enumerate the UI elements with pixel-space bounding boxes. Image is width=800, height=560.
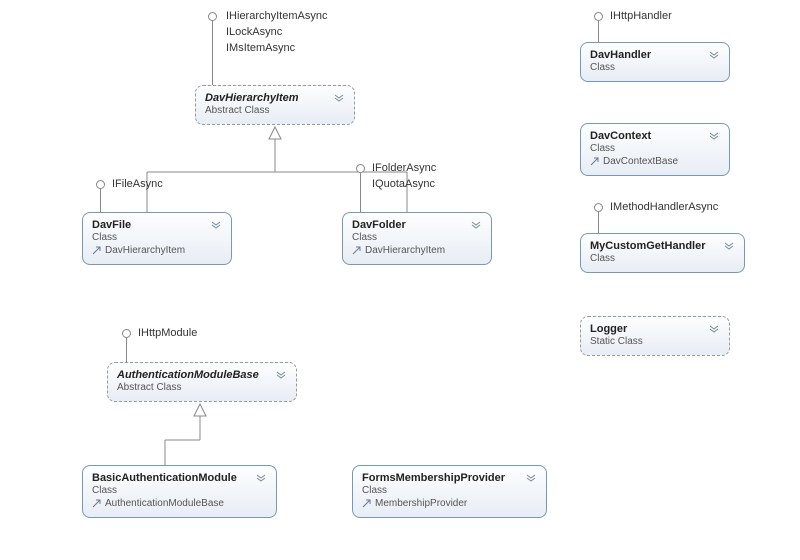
class-name: AuthenticationModuleBase: [117, 369, 259, 381]
interface-label: IMethodHandlerAsync: [610, 201, 718, 213]
interface-label: IHierarchyItemAsync: [226, 10, 327, 22]
class-auth-module-base[interactable]: AuthenticationModuleBase Abstract Class: [107, 362, 297, 402]
inherit-arrow-icon: [92, 499, 101, 508]
class-base: AuthenticationModuleBase: [92, 498, 267, 509]
inherit-arrow-icon: [362, 499, 371, 508]
class-name: DavFolder: [352, 219, 406, 231]
diagram-canvas: IHierarchyItemAsync ILockAsync IMsItemAs…: [0, 0, 800, 560]
class-name: MyCustomGetHandler: [590, 240, 706, 252]
class-base: DavHierarchyItem: [92, 245, 222, 256]
class-basic-auth-module[interactable]: BasicAuthenticationModule Class Authenti…: [82, 465, 277, 518]
class-base: MembershipProvider: [362, 498, 537, 509]
lollipop-ball: [122, 329, 131, 338]
lollipop-ball: [356, 164, 365, 173]
lollipop-stem: [126, 338, 127, 362]
chevron-down-icon[interactable]: [255, 472, 267, 484]
class-logger[interactable]: Logger Static Class: [580, 316, 730, 356]
chevron-down-icon[interactable]: [708, 323, 720, 335]
class-my-custom-get-handler[interactable]: MyCustomGetHandler Class: [580, 233, 745, 273]
class-stereotype: Class: [92, 485, 267, 496]
class-base: DavContextBase: [590, 156, 720, 167]
class-stereotype: Class: [352, 232, 482, 243]
interface-label: IQuotaAsync: [372, 178, 435, 190]
interface-label: IHttpHandler: [610, 10, 672, 22]
interface-label: IFolderAsync: [372, 162, 436, 174]
class-name: DavHierarchyItem: [205, 92, 299, 104]
lollipop-ball: [594, 12, 603, 21]
lollipop-ball: [594, 203, 603, 212]
inherit-arrow-icon: [352, 246, 361, 255]
class-stereotype: Class: [92, 232, 222, 243]
class-stereotype: Class: [590, 253, 735, 264]
class-stereotype: Abstract Class: [205, 105, 345, 116]
class-name: DavFile: [92, 219, 131, 231]
chevron-down-icon[interactable]: [525, 472, 537, 484]
class-stereotype: Abstract Class: [117, 382, 287, 393]
lollipop-stem: [212, 21, 213, 85]
class-stereotype: Class: [590, 143, 720, 154]
interface-label: IFileAsync: [112, 178, 163, 190]
lollipop-stem: [598, 212, 599, 233]
class-forms-membership[interactable]: FormsMembershipProvider Class Membership…: [352, 465, 547, 518]
class-base: DavHierarchyItem: [352, 245, 482, 256]
inherit-arrow-icon: [92, 246, 101, 255]
class-dav-handler[interactable]: DavHandler Class: [580, 42, 730, 82]
class-dav-file[interactable]: DavFile Class DavHierarchyItem: [82, 212, 232, 265]
chevron-down-icon[interactable]: [470, 219, 482, 231]
class-name: BasicAuthenticationModule: [92, 472, 237, 484]
lollipop-stem: [100, 189, 101, 212]
class-name: FormsMembershipProvider: [362, 472, 505, 484]
chevron-down-icon[interactable]: [275, 369, 287, 381]
chevron-down-icon[interactable]: [210, 219, 222, 231]
chevron-down-icon[interactable]: [708, 130, 720, 142]
lollipop-ball: [208, 12, 217, 21]
class-dav-folder[interactable]: DavFolder Class DavHierarchyItem: [342, 212, 492, 265]
chevron-down-icon[interactable]: [333, 92, 345, 104]
class-name: DavContext: [590, 130, 651, 142]
class-dav-context[interactable]: DavContext Class DavContextBase: [580, 123, 730, 176]
class-stereotype: Class: [590, 62, 720, 73]
class-dav-hierarchy-item[interactable]: DavHierarchyItem Abstract Class: [195, 85, 355, 125]
class-stereotype: Static Class: [590, 336, 720, 347]
class-stereotype: Class: [362, 485, 537, 496]
class-name: DavHandler: [590, 49, 651, 61]
chevron-down-icon[interactable]: [708, 49, 720, 61]
lollipop-ball: [96, 180, 105, 189]
lollipop-stem: [360, 173, 361, 212]
class-name: Logger: [590, 323, 627, 335]
chevron-down-icon[interactable]: [723, 240, 735, 252]
interface-label: IMsItemAsync: [226, 42, 295, 54]
interface-label: ILockAsync: [226, 26, 282, 38]
interface-label: IHttpModule: [138, 327, 197, 339]
lollipop-stem: [598, 21, 599, 42]
inherit-arrow-icon: [590, 157, 599, 166]
